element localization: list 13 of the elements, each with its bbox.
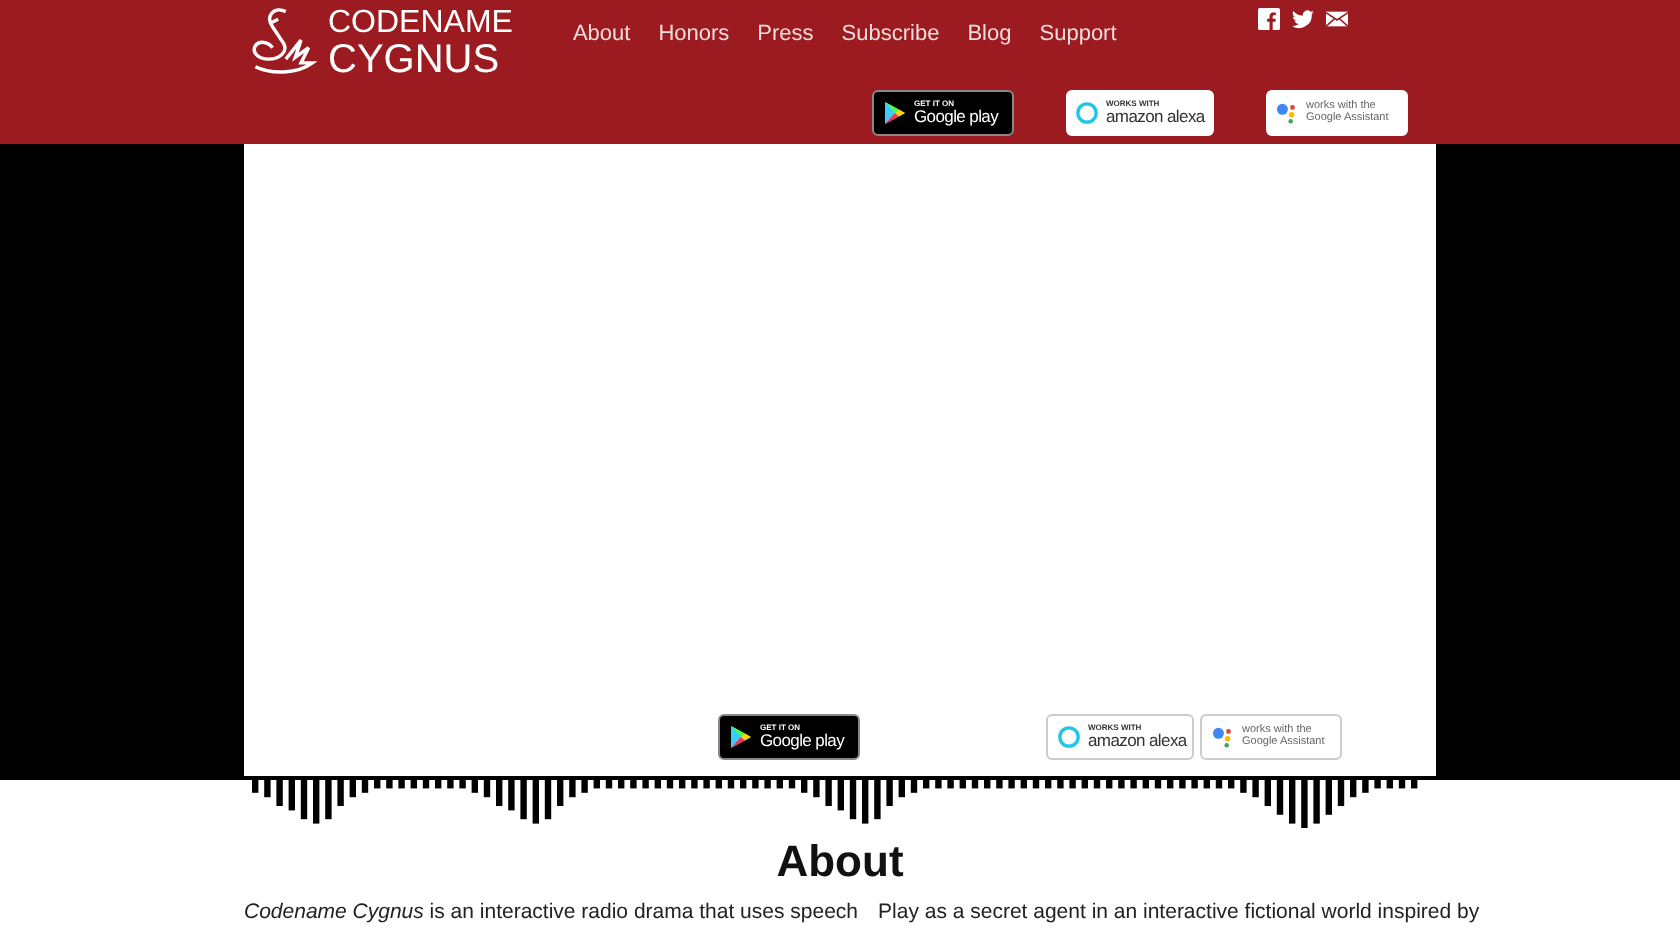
mail-icon[interactable] <box>1326 8 1348 30</box>
nav-link[interactable]: Support <box>1039 22 1117 46</box>
nav-link[interactable]: Honors <box>658 22 730 46</box>
logo-link[interactable]: CODENAME CYGNUS <box>244 0 513 80</box>
nav-link[interactable]: Press <box>757 22 814 46</box>
nav-link[interactable]: Blog <box>967 22 1012 46</box>
section-heading: About <box>774 836 906 888</box>
about-paragraph: Codename Cygnus is an interactive radio drama that uses speech <box>244 900 859 924</box>
facebook-icon[interactable] <box>1258 8 1280 30</box>
about-paragraph: Play as a secret agent in an interactive fictional world inspired by <box>878 900 1480 924</box>
nav-link[interactable]: Subscribe <box>841 22 940 46</box>
nav-link[interactable]: About <box>572 22 631 46</box>
twitter-icon[interactable] <box>1292 8 1314 30</box>
